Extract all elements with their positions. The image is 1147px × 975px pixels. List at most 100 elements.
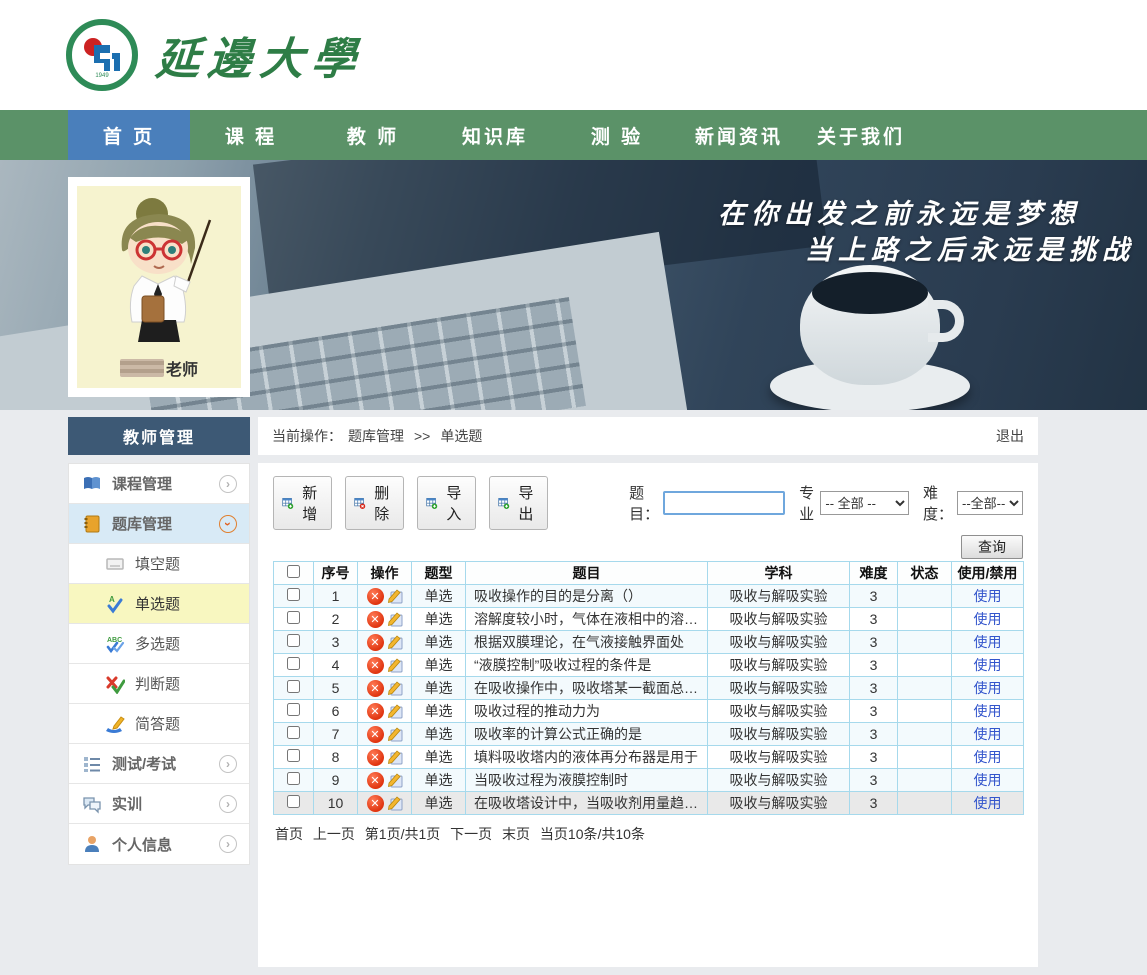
banner-slogan-line2: 当上路之后永远是挑战 <box>805 228 1135 267</box>
question-table: 序号 操作 题型 题目 学科 难度 状态 使用/禁用 <box>273 561 1024 815</box>
chevron-right-icon[interactable]: › <box>219 755 237 773</box>
edit-row-icon[interactable] <box>387 726 403 742</box>
nav-item-teachers[interactable]: 教 师 <box>312 110 434 160</box>
import-button[interactable]: 导入 <box>417 476 476 530</box>
judge-icon <box>105 674 125 694</box>
nav-item-home[interactable]: 首 页 <box>68 110 190 160</box>
page-prev[interactable]: 上一页 <box>313 826 355 842</box>
delete-row-icon[interactable]: ✕ <box>367 588 384 605</box>
col-header-subject: 学科 <box>708 562 850 585</box>
table-row: 8 ✕ 单选 填料吸收塔内的液体再分布器是用于 吸收与解吸实验 3 使用 <box>274 746 1024 769</box>
sidebar-item-multi-choice[interactable]: ABC 多选题 <box>69 624 249 664</box>
edit-row-icon[interactable] <box>387 611 403 627</box>
usage-toggle-link[interactable]: 使用 <box>974 588 1002 604</box>
sidebar-item-profile[interactable]: 个人信息 › <box>69 824 249 864</box>
nav-item-courses[interactable]: 课 程 <box>190 110 312 160</box>
sidebar-item-tests[interactable]: 测试/考试 › <box>69 744 249 784</box>
breadcrumb-separator: >> <box>414 428 430 444</box>
usage-toggle-link[interactable]: 使用 <box>974 772 1002 788</box>
select-all-checkbox[interactable] <box>287 565 300 578</box>
table-row: 7 ✕ 单选 吸收率的计算公式正确的是 吸收与解吸实验 3 使用 <box>274 723 1024 746</box>
row-checkbox[interactable] <box>287 726 300 739</box>
delete-row-icon[interactable]: ✕ <box>367 749 384 766</box>
edit-row-icon[interactable] <box>387 772 403 788</box>
delete-row-icon[interactable]: ✕ <box>367 680 384 697</box>
banner-coffee <box>812 272 928 314</box>
chevron-right-icon[interactable]: › <box>219 475 237 493</box>
nav-item-quiz[interactable]: 测 验 <box>556 110 678 160</box>
row-checkbox[interactable] <box>287 795 300 808</box>
page-next[interactable]: 下一页 <box>450 826 492 842</box>
logout-button[interactable]: 退出 <box>996 426 1024 446</box>
search-row: 查询 <box>273 535 1023 559</box>
sidebar-item-label: 课程管理 <box>112 473 172 494</box>
usage-toggle-link[interactable]: 使用 <box>974 611 1002 627</box>
col-header-usage: 使用/禁用 <box>952 562 1024 585</box>
nav-item-about[interactable]: 关于我们 <box>800 110 922 160</box>
row-checkbox[interactable] <box>287 749 300 762</box>
usage-toggle-link[interactable]: 使用 <box>974 657 1002 673</box>
row-checkbox[interactable] <box>287 634 300 647</box>
pagination: 首页 上一页 第1页/共1页 下一页 末页 当页10条/共10条 <box>275 824 1023 844</box>
sidebar-item-single-choice[interactable]: A 单选题 <box>69 584 249 624</box>
usage-toggle-link[interactable]: 使用 <box>974 634 1002 650</box>
delete-button[interactable]: 删除 <box>345 476 404 530</box>
table-row: 4 ✕ 单选 “液膜控制”吸收过程的条件是 吸收与解吸实验 3 使用 <box>274 654 1024 677</box>
university-logo-icon: 1949 <box>66 19 138 91</box>
sidebar-item-course-mgmt[interactable]: 课程管理 › <box>69 464 249 504</box>
row-checkbox[interactable] <box>287 680 300 693</box>
hero-banner: 在你出发之前永远是梦想 当上路之后永远是挑战 <box>0 160 1147 410</box>
row-checkbox[interactable] <box>287 703 300 716</box>
chevron-right-icon[interactable]: › <box>219 835 237 853</box>
usage-toggle-link[interactable]: 使用 <box>974 795 1002 811</box>
delete-row-icon[interactable]: ✕ <box>367 703 384 720</box>
usage-toggle-link[interactable]: 使用 <box>974 680 1002 696</box>
delete-row-icon[interactable]: ✕ <box>367 634 384 651</box>
row-checkbox[interactable] <box>287 588 300 601</box>
sidebar-item-training[interactable]: 实训 › <box>69 784 249 824</box>
edit-row-icon[interactable] <box>387 703 403 719</box>
nav-item-knowledge[interactable]: 知识库 <box>434 110 556 160</box>
edit-row-icon[interactable] <box>387 795 403 811</box>
usage-toggle-link[interactable]: 使用 <box>974 726 1002 742</box>
difficulty-select[interactable]: --全部-- <box>957 491 1023 515</box>
export-button[interactable]: 导出 <box>489 476 548 530</box>
chevron-down-icon[interactable]: › <box>219 515 237 533</box>
search-button[interactable]: 查询 <box>961 535 1023 559</box>
sidebar-item-short-answer[interactable]: 简答题 <box>69 704 249 744</box>
row-checkbox[interactable] <box>287 611 300 624</box>
major-select[interactable]: -- 全部 -- <box>820 491 909 515</box>
delete-row-icon[interactable]: ✕ <box>367 772 384 789</box>
edit-row-icon[interactable] <box>387 749 403 765</box>
sidebar-item-label: 单选题 <box>135 593 180 614</box>
add-button[interactable]: 新增 <box>273 476 332 530</box>
svg-text:ABC: ABC <box>107 637 122 644</box>
usage-toggle-link[interactable]: 使用 <box>974 749 1002 765</box>
delete-row-icon[interactable]: ✕ <box>367 726 384 743</box>
delete-row-icon[interactable]: ✕ <box>367 795 384 812</box>
banner-cup-handle <box>928 300 964 342</box>
nav-item-news[interactable]: 新闻资讯 <box>678 110 800 160</box>
major-filter-label: 专业 <box>799 482 816 524</box>
edit-row-icon[interactable] <box>387 634 403 650</box>
edit-row-icon[interactable] <box>387 588 403 604</box>
edit-row-icon[interactable] <box>387 680 403 696</box>
sidebar-item-fill-blank[interactable]: 填空题 <box>69 544 249 584</box>
chevron-right-icon[interactable]: › <box>219 795 237 813</box>
sidebar-item-label: 实训 <box>112 793 142 814</box>
breadcrumb-section[interactable]: 题库管理 <box>348 426 404 446</box>
title-filter-input[interactable] <box>663 491 785 515</box>
row-checkbox[interactable] <box>287 657 300 670</box>
page-first[interactable]: 首页 <box>275 826 303 842</box>
table-header-row: 序号 操作 题型 题目 学科 难度 状态 使用/禁用 <box>274 562 1024 585</box>
difficulty-filter-label: 难度： <box>923 482 953 524</box>
usage-toggle-link[interactable]: 使用 <box>974 703 1002 719</box>
edit-row-icon[interactable] <box>387 657 403 673</box>
page-last[interactable]: 末页 <box>502 826 530 842</box>
banner-slogan-line1: 在你出发之前永远是梦想 <box>718 192 1081 231</box>
sidebar-item-question-bank[interactable]: 题库管理 › <box>69 504 249 544</box>
delete-row-icon[interactable]: ✕ <box>367 657 384 674</box>
delete-row-icon[interactable]: ✕ <box>367 611 384 628</box>
sidebar-item-true-false[interactable]: 判断题 <box>69 664 249 704</box>
row-checkbox[interactable] <box>287 772 300 785</box>
